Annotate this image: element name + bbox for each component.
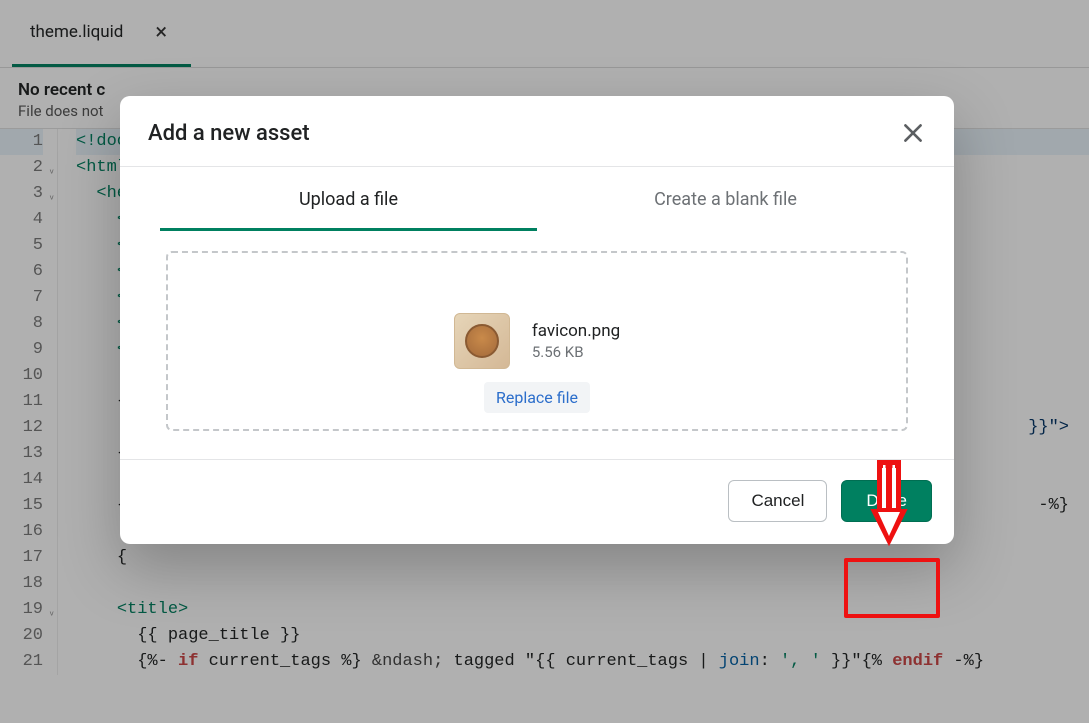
- modal-footer: Cancel Done: [120, 459, 954, 544]
- file-name: favicon.png: [532, 321, 620, 341]
- cancel-button[interactable]: Cancel: [728, 480, 827, 522]
- tab-label: Upload a file: [299, 189, 398, 210]
- done-button[interactable]: Done: [841, 480, 932, 522]
- modal-tabs: Upload a file Create a blank file: [120, 167, 954, 231]
- tab-label: Create a blank file: [654, 189, 797, 210]
- file-info: favicon.png 5.56 KB: [532, 321, 620, 361]
- replace-file-link[interactable]: Replace file: [484, 382, 590, 413]
- close-icon[interactable]: [900, 120, 926, 146]
- file-dropzone[interactable]: favicon.png 5.56 KB Replace file: [166, 251, 908, 431]
- file-size: 5.56 KB: [532, 343, 620, 361]
- modal-header: Add a new asset: [120, 96, 954, 167]
- add-asset-modal: Add a new asset Upload a file Create a b…: [120, 96, 954, 544]
- tab-create-blank-file[interactable]: Create a blank file: [537, 167, 914, 231]
- dropzone-wrapper: favicon.png 5.56 KB Replace file: [120, 231, 954, 459]
- thumbnail-image: [465, 324, 499, 358]
- modal-title: Add a new asset: [148, 121, 310, 146]
- tab-upload-file[interactable]: Upload a file: [160, 167, 537, 231]
- file-thumbnail: [454, 313, 510, 369]
